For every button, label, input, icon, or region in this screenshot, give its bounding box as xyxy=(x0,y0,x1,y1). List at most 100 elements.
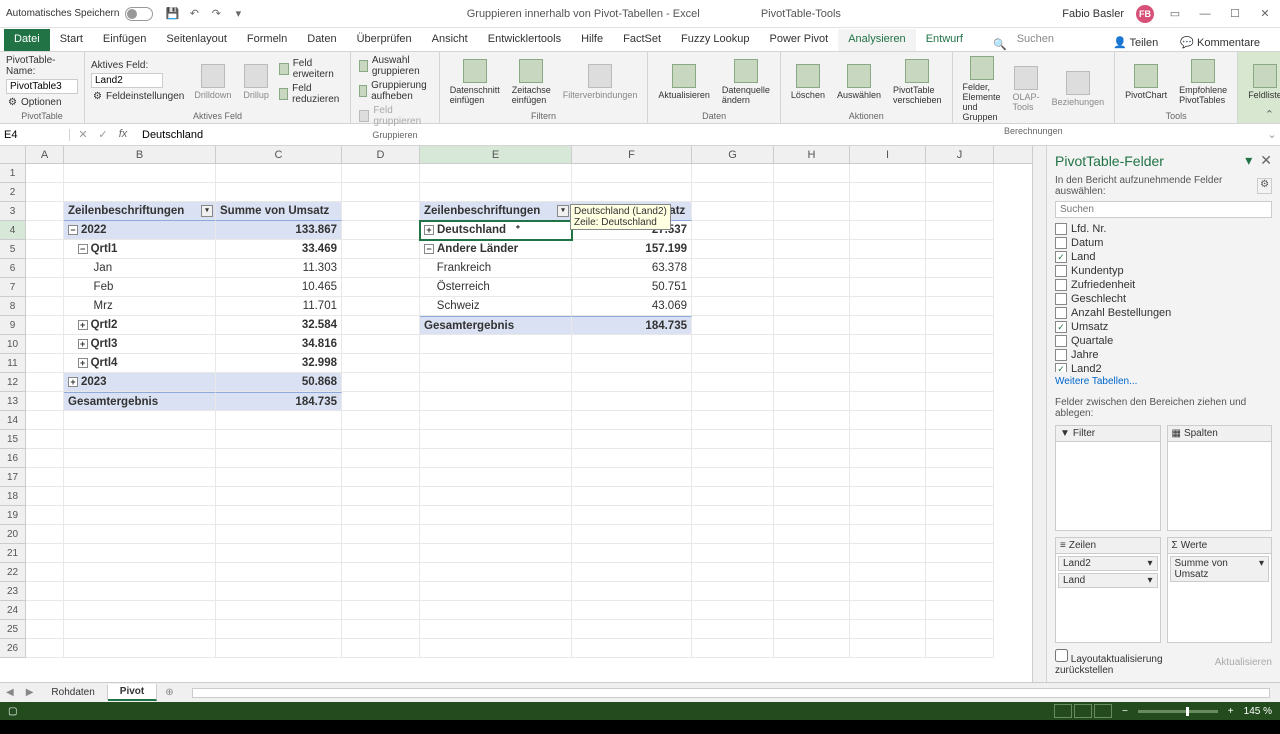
cell[interactable] xyxy=(26,506,64,525)
cell[interactable] xyxy=(26,563,64,582)
field-item[interactable]: Quartale xyxy=(1055,334,1272,348)
field-item[interactable]: Lfd. Nr. xyxy=(1055,222,1272,236)
cell[interactable] xyxy=(572,487,692,506)
cell[interactable] xyxy=(926,164,994,183)
cell[interactable] xyxy=(64,430,216,449)
tab-pagelayout[interactable]: Seitenlayout xyxy=(156,29,237,51)
cell[interactable] xyxy=(692,183,774,202)
cell[interactable] xyxy=(342,582,420,601)
cell[interactable] xyxy=(774,506,850,525)
cell[interactable] xyxy=(692,278,774,297)
row-header[interactable]: 14 xyxy=(0,411,26,430)
cell[interactable]: 157.199 xyxy=(572,240,692,259)
tab-analyze[interactable]: Analysieren xyxy=(838,29,915,51)
tab-review[interactable]: Überprüfen xyxy=(347,29,422,51)
cell[interactable] xyxy=(64,411,216,430)
row-header[interactable]: 13 xyxy=(0,392,26,411)
cell[interactable] xyxy=(216,525,342,544)
tab-data[interactable]: Daten xyxy=(297,29,346,51)
cell[interactable] xyxy=(774,563,850,582)
row-header[interactable]: 19 xyxy=(0,506,26,525)
move-pt-button[interactable]: PivotTable verschieben xyxy=(889,57,946,107)
cell[interactable] xyxy=(342,278,420,297)
minimize-icon[interactable]: — xyxy=(1196,5,1214,23)
cell[interactable] xyxy=(926,183,994,202)
search-box[interactable]: Suchen xyxy=(1007,29,1064,51)
cell[interactable] xyxy=(572,506,692,525)
cell[interactable] xyxy=(26,164,64,183)
relations-button[interactable]: Beziehungen xyxy=(1048,69,1109,109)
cell[interactable] xyxy=(420,601,572,620)
row-header[interactable]: 16 xyxy=(0,449,26,468)
cell[interactable] xyxy=(342,525,420,544)
cell[interactable] xyxy=(342,487,420,506)
cell[interactable] xyxy=(926,449,994,468)
cell[interactable] xyxy=(774,259,850,278)
cell[interactable]: Feb xyxy=(64,278,216,297)
name-box[interactable] xyxy=(0,129,70,141)
cell[interactable] xyxy=(850,240,926,259)
cell[interactable] xyxy=(26,202,64,221)
refresh-button[interactable]: Aktualisieren xyxy=(654,62,714,102)
cell[interactable] xyxy=(850,392,926,411)
area-values[interactable]: ΣWerte Summe von Umsatz▾ xyxy=(1167,537,1273,643)
row-item-land[interactable]: Land▾ xyxy=(1058,573,1158,588)
cell[interactable]: 43.069 xyxy=(572,297,692,316)
cell[interactable] xyxy=(216,601,342,620)
checkbox-icon[interactable] xyxy=(1055,307,1067,319)
cell[interactable]: 11.701 xyxy=(216,297,342,316)
accept-formula-icon[interactable]: ✓ xyxy=(94,128,112,141)
cell[interactable]: 133.867 xyxy=(216,221,342,240)
panel-menu-icon[interactable]: ▾ xyxy=(1245,152,1252,169)
col-header-h[interactable]: H xyxy=(774,146,850,163)
col-header-b[interactable]: B xyxy=(64,146,216,163)
row-header[interactable]: 6 xyxy=(0,259,26,278)
cell[interactable] xyxy=(926,278,994,297)
cell[interactable]: 184.735 xyxy=(572,316,692,335)
cell[interactable] xyxy=(420,544,572,563)
normal-view-icon[interactable] xyxy=(1054,704,1072,718)
cell[interactable] xyxy=(420,183,572,202)
row-header[interactable]: 23 xyxy=(0,582,26,601)
cell[interactable]: +2023 xyxy=(64,373,216,392)
tab-developer[interactable]: Entwicklertools xyxy=(478,29,571,51)
field-item[interactable]: Land xyxy=(1055,250,1272,264)
cell[interactable] xyxy=(342,221,420,240)
cell[interactable] xyxy=(850,639,926,658)
cell[interactable] xyxy=(64,620,216,639)
cell[interactable] xyxy=(926,601,994,620)
zoom-slider[interactable] xyxy=(1138,710,1218,713)
cell[interactable] xyxy=(926,468,994,487)
cell[interactable]: −2022 xyxy=(64,221,216,240)
cell[interactable] xyxy=(774,639,850,658)
cell[interactable] xyxy=(572,164,692,183)
zoom-in-icon[interactable]: + xyxy=(1228,706,1234,717)
cell[interactable] xyxy=(774,430,850,449)
tab-insert[interactable]: Einfügen xyxy=(93,29,156,51)
options-button[interactable]: ⚙ Optionen xyxy=(6,96,78,109)
cell[interactable] xyxy=(774,221,850,240)
cell[interactable] xyxy=(692,639,774,658)
sheet-tab-rohdaten[interactable]: Rohdaten xyxy=(39,685,107,700)
horizontal-scrollbar[interactable] xyxy=(192,688,1270,698)
row-header[interactable]: 5 xyxy=(0,240,26,259)
cell[interactable] xyxy=(64,449,216,468)
tab-fuzzy[interactable]: Fuzzy Lookup xyxy=(671,29,759,51)
cell[interactable] xyxy=(26,620,64,639)
fieldlist-button[interactable]: Feldliste xyxy=(1244,62,1280,102)
cell[interactable] xyxy=(64,601,216,620)
checkbox-icon[interactable] xyxy=(1055,321,1067,333)
cell[interactable] xyxy=(850,525,926,544)
cell[interactable]: −Qrtl1 xyxy=(64,240,216,259)
ribbon-display-icon[interactable]: ▭ xyxy=(1166,5,1184,23)
checkbox-icon[interactable] xyxy=(1055,237,1067,249)
redo-icon[interactable]: ↷ xyxy=(209,7,223,21)
cell[interactable] xyxy=(342,468,420,487)
row-header[interactable]: 15 xyxy=(0,430,26,449)
cell[interactable] xyxy=(774,373,850,392)
cell[interactable] xyxy=(692,354,774,373)
spreadsheet-grid[interactable]: A B C D E F G H I J 123Zeilenbeschriftun… xyxy=(0,146,1032,682)
cell[interactable] xyxy=(572,373,692,392)
cell[interactable] xyxy=(850,563,926,582)
checkbox-icon[interactable] xyxy=(1055,335,1067,347)
